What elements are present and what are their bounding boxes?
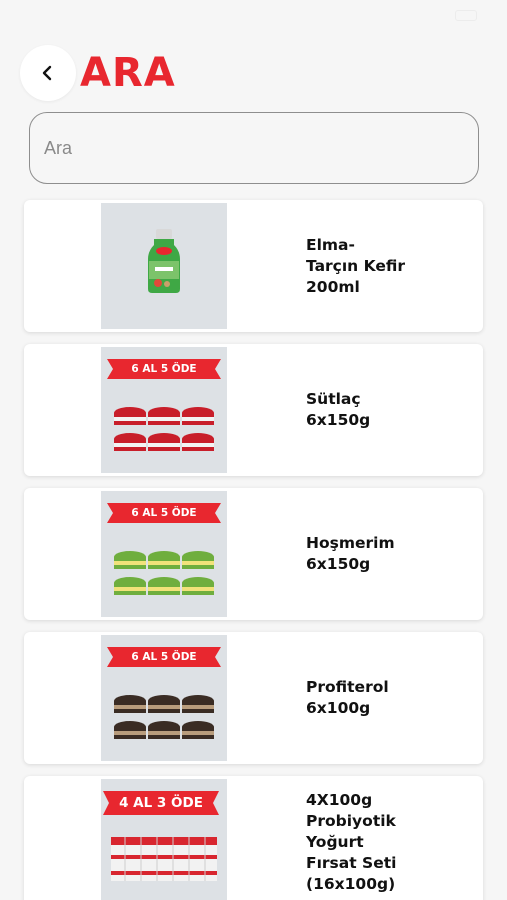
product-image-yogurt-set: 4 AL 3 ÖDE bbox=[101, 779, 227, 900]
promo-badge: 4 AL 3 ÖDE bbox=[119, 795, 203, 811]
battery-icon bbox=[455, 9, 477, 21]
product-name: 4X100g Probiyotik Yoğurt Fırsat Seti (16… bbox=[306, 791, 397, 893]
product-name: Profiterol 6x100g bbox=[306, 678, 389, 717]
product-image-kefir bbox=[101, 203, 227, 329]
search-input[interactable] bbox=[44, 137, 478, 159]
kefir-bottle-icon bbox=[101, 203, 227, 329]
promo-badge: 6 AL 5 ÖDE bbox=[131, 507, 197, 519]
product-image-sutlac: 6 AL 5 ÖDE bbox=[101, 347, 227, 473]
product-list: Elma- Tarçın Kefir 200ml 6 AL 5 ÖDE Sütl… bbox=[24, 200, 483, 900]
product-name: Sütlaç 6x150g bbox=[306, 390, 371, 429]
header: ARA bbox=[20, 44, 176, 102]
promo-badge: 6 AL 5 ÖDE bbox=[131, 363, 197, 375]
product-name: Elma- Tarçın Kefir 200ml bbox=[306, 235, 405, 296]
chevron-left-icon bbox=[42, 65, 52, 81]
product-card[interactable]: 6 AL 5 ÖDE Profiterol 6x100g bbox=[24, 632, 483, 764]
product-card[interactable]: Elma- Tarçın Kefir 200ml bbox=[24, 200, 483, 332]
product-card[interactable]: 6 AL 5 ÖDE Hoşmerim 6x150g bbox=[24, 488, 483, 620]
search-field[interactable] bbox=[29, 112, 479, 184]
back-button[interactable] bbox=[20, 45, 76, 101]
product-image-hosmerim: 6 AL 5 ÖDE bbox=[101, 491, 227, 617]
product-card[interactable]: 4 AL 3 ÖDE 4X100g Probiyotik Yoğurt Fırs… bbox=[24, 776, 483, 900]
status-bar bbox=[0, 0, 507, 30]
product-card[interactable]: 6 AL 5 ÖDE Sütlaç 6x150g bbox=[24, 344, 483, 476]
product-image-profiterol: 6 AL 5 ÖDE bbox=[101, 635, 227, 761]
promo-badge: 6 AL 5 ÖDE bbox=[131, 651, 197, 663]
product-name: Hoşmerim 6x150g bbox=[306, 534, 395, 573]
page-title: ARA bbox=[80, 50, 176, 96]
